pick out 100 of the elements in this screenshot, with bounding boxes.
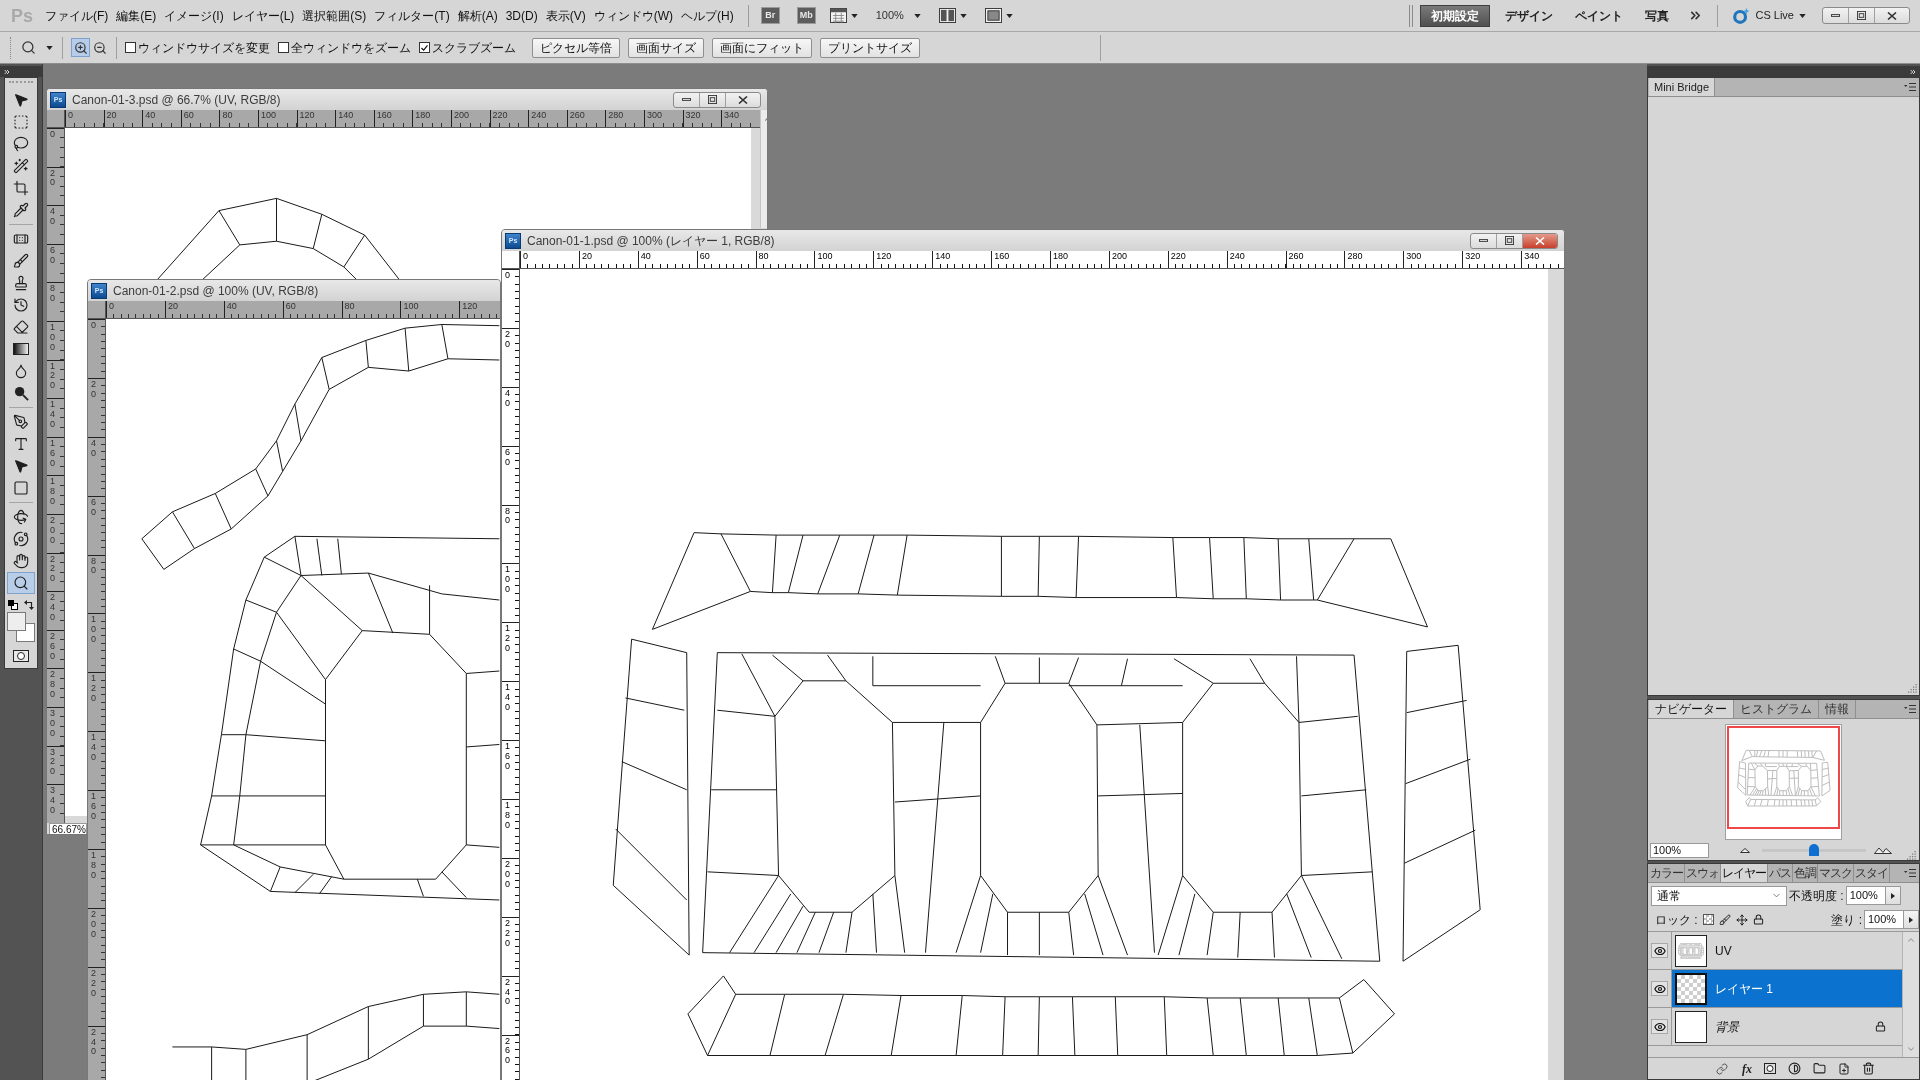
ruler-label: 60	[50, 245, 56, 266]
panel-tab[interactable]: スウォ	[1685, 864, 1721, 882]
workspace-button[interactable]: デザイン	[1498, 4, 1561, 27]
mini-bridge-button[interactable]: Mb	[796, 7, 816, 24]
arrange-documents-button[interactable]	[938, 5, 967, 26]
lock-icon[interactable]	[1752, 914, 1764, 925]
zoom-field[interactable]: 100%	[1650, 842, 1709, 858]
checker-square-icon[interactable]	[1702, 914, 1714, 925]
tool-button[interactable]	[7, 572, 35, 594]
ruler-label: 260	[1288, 251, 1305, 262]
menu-item[interactable]: 選択範囲(S)	[298, 4, 371, 27]
menu-item[interactable]: イメージ(I)	[160, 4, 228, 27]
fit-button[interactable]: 画面サイズ	[628, 37, 704, 58]
menu-item[interactable]: 編集(E)	[112, 4, 161, 27]
restore-icon	[1505, 236, 1514, 245]
checkbox[interactable]	[278, 42, 289, 53]
menu-item[interactable]: 解析(A)	[453, 4, 502, 27]
swap-arrows-icon[interactable]	[24, 600, 34, 610]
folder-icon[interactable]	[1813, 1062, 1826, 1075]
ruler-label: 120	[91, 674, 97, 704]
menu-item[interactable]: ファイル(F)	[41, 4, 113, 27]
stepper-button[interactable]	[1904, 910, 1919, 929]
search-icon	[21, 40, 36, 55]
checkbox-label[interactable]: 全ウィンドウをズーム	[291, 38, 411, 57]
panel-menu-icon[interactable]	[1904, 83, 1916, 91]
ruler-origin[interactable]	[502, 251, 520, 269]
menu-item[interactable]: フィルター(T)	[370, 4, 454, 27]
circle-square-icon[interactable]	[1764, 1063, 1776, 1074]
ruler-label: 260	[569, 110, 586, 121]
checkbox[interactable]	[125, 42, 136, 53]
half-circle-icon[interactable]	[1788, 1062, 1801, 1075]
zoom-mode-button[interactable]	[71, 38, 90, 57]
panel-tab[interactable]: カラー	[1649, 864, 1685, 882]
ruler-label: 200	[453, 110, 470, 121]
overlapping-squares-icon[interactable]	[8, 600, 18, 610]
fit-button[interactable]: 画面にフィット	[712, 37, 812, 58]
visibility-eye-icon[interactable]	[1651, 981, 1668, 996]
small-mountain-icon[interactable]	[1740, 847, 1750, 853]
color-swatches-icon[interactable]	[7, 612, 35, 642]
ruler-label: 140	[338, 110, 355, 121]
brush-icon[interactable]	[1718, 913, 1731, 926]
menu-item[interactable]: レイヤー(L)	[227, 4, 299, 27]
move-arrows-icon[interactable]	[1735, 913, 1748, 926]
workspace-button[interactable]: ペイント	[1568, 4, 1631, 27]
fit-button[interactable]: プリントサイズ	[820, 37, 920, 58]
link-icon[interactable]	[1714, 1062, 1730, 1075]
checkbox[interactable]	[419, 42, 430, 53]
checkbox-label[interactable]: ウィンドウサイズを変更	[138, 38, 270, 57]
layer-row[interactable]: レイヤー 1	[1648, 970, 1902, 1008]
zoom-slider-thumb[interactable]	[1809, 844, 1819, 856]
minimize-icon	[682, 98, 691, 101]
checkbox-label[interactable]: スクラブズーム	[432, 38, 516, 57]
panel-tab[interactable]: パス	[1768, 864, 1793, 882]
cs-live-button[interactable]: CS Live	[1732, 4, 1806, 27]
trash-icon[interactable]	[1862, 1062, 1875, 1075]
panel-menu-icon[interactable]	[1904, 869, 1916, 877]
fit-button[interactable]: ピクセル等倍	[532, 37, 620, 58]
ruler-origin[interactable]	[47, 110, 65, 128]
ruler-label: 20	[106, 110, 118, 121]
menu-item[interactable]: 表示(V)	[541, 4, 590, 27]
workspace-button[interactable]: 初期設定	[1420, 4, 1491, 27]
rotate-3d-icon	[13, 509, 29, 525]
ruler-label: 40	[145, 110, 157, 121]
panel-tab[interactable]: 色調	[1793, 864, 1818, 882]
double-chevron-icon[interactable]	[3, 67, 11, 76]
resize-grip-icon[interactable]	[1908, 684, 1917, 693]
ruler-origin[interactable]	[88, 301, 106, 319]
ruler-label: 80	[50, 284, 56, 305]
layer-row[interactable]: 背景	[1648, 1008, 1902, 1046]
circle-square-icon[interactable]	[13, 650, 29, 662]
fill-field[interactable]: 100%	[1864, 910, 1904, 929]
visibility-eye-icon[interactable]	[1651, 1019, 1668, 1034]
ruler-label: 280	[1347, 251, 1364, 262]
double-chevron-icon[interactable]	[1909, 67, 1917, 76]
blend-mode-dropdown[interactable]: 通常	[1651, 885, 1787, 906]
large-mountain-icon[interactable]	[1874, 846, 1892, 854]
effects-button[interactable]: fx	[1742, 1062, 1752, 1075]
new-page-icon[interactable]	[1838, 1062, 1850, 1075]
panel-menu-icon[interactable]	[1904, 705, 1916, 713]
close-icon	[1887, 11, 1897, 20]
menu-item[interactable]: ウィンドウ(W)	[589, 4, 677, 27]
zoom-level-field[interactable]: 66.67%	[49, 822, 87, 834]
menu-item[interactable]: ヘルプ(H)	[677, 4, 738, 27]
ruler-label: 100	[260, 110, 277, 121]
workspace-button[interactable]: 写真	[1638, 4, 1677, 27]
zoom-level-dropdown[interactable]: 100%	[875, 5, 921, 26]
window-button[interactable]	[1523, 233, 1557, 248]
resize-grip-icon[interactable]	[1907, 851, 1916, 860]
panel-tab[interactable]: ナビゲーター	[1649, 700, 1734, 718]
opacity-field[interactable]: 100%	[1845, 886, 1886, 905]
visibility-eye-icon[interactable]	[1651, 943, 1668, 958]
screen-mode-button[interactable]	[984, 5, 1013, 26]
panel-tab[interactable]: マスク	[1818, 864, 1854, 882]
view-extras-button[interactable]	[829, 5, 858, 26]
menu-item[interactable]: 3D(D)	[501, 4, 542, 27]
ruler-label: 120	[505, 624, 511, 654]
bridge-button[interactable]: Br	[760, 7, 780, 24]
panel-tab[interactable]: レイヤー	[1721, 864, 1768, 882]
panel-tab[interactable]: スタイ	[1854, 864, 1890, 882]
panel-tab[interactable]: Mini Bridge	[1649, 78, 1716, 96]
